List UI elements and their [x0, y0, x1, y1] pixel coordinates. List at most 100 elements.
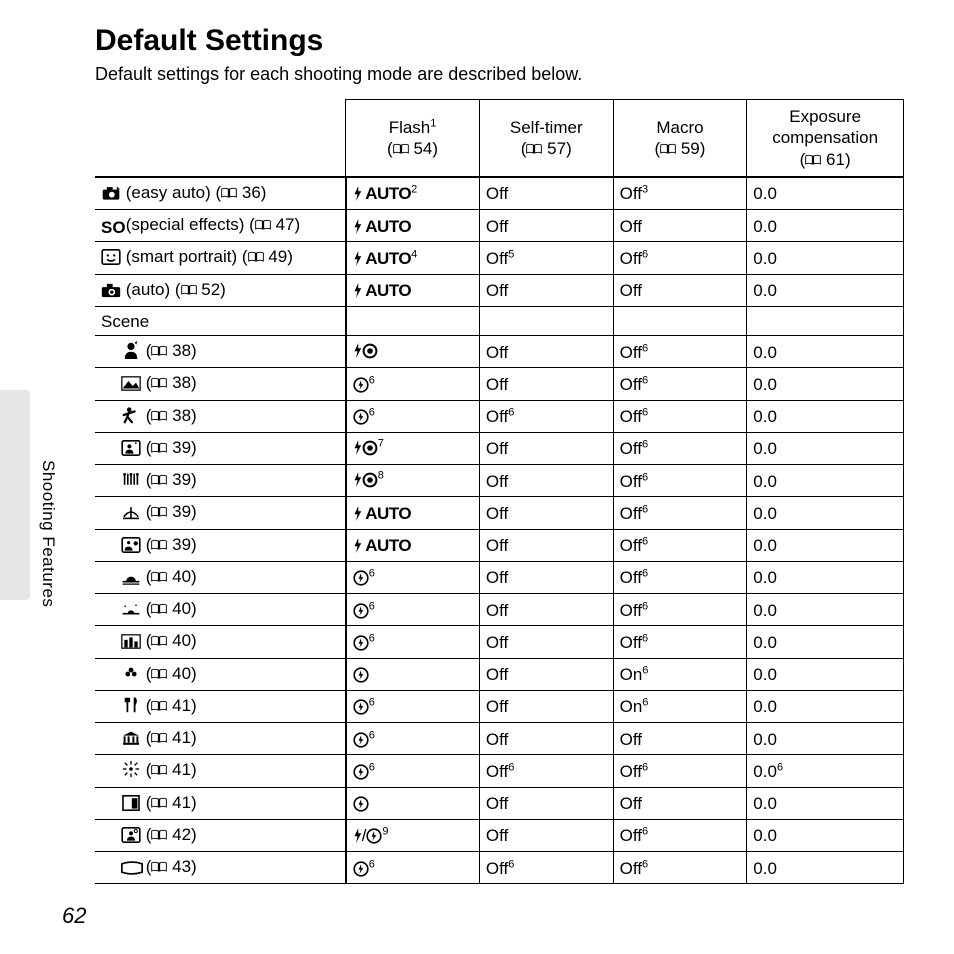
cell-flash: /9 [346, 819, 480, 851]
cell-exposure: 0.0 [747, 529, 904, 561]
book-icon [151, 764, 167, 776]
cell-macro: Off3 [613, 177, 747, 210]
row-label: ( 41) [95, 787, 346, 819]
header-blank [95, 100, 346, 177]
cell-macro: Off6 [613, 368, 747, 400]
night-portrait-icon [121, 440, 141, 461]
sunset-icon [121, 569, 141, 590]
header-self-timer: Self-timer ( 57) [479, 100, 613, 177]
smart-portrait-icon [101, 249, 121, 270]
sidebar-tab [0, 390, 30, 600]
museum-icon [121, 730, 141, 751]
book-icon [151, 829, 167, 841]
cell-exposure: 0.0 [747, 819, 904, 851]
cell-flash: 6 [346, 723, 480, 755]
book-icon [151, 700, 167, 712]
cell-flash: AUTO [346, 274, 480, 306]
row-label: ( 43) [95, 852, 346, 884]
cell-macro: Off6 [613, 400, 747, 432]
cell-self-timer: Off [479, 690, 613, 722]
cell-self-timer: Off [479, 497, 613, 529]
cell-self-timer: Off [479, 819, 613, 851]
cell-exposure: 0.0 [747, 336, 904, 368]
default-settings-table: Flash1 ( 54) Self-timer ( 57) Macro ( 59… [95, 99, 904, 884]
cell-exposure: 0.0 [747, 400, 904, 432]
cell-flash: 6 [346, 368, 480, 400]
book-icon [151, 410, 167, 422]
row-label: ( 41) [95, 755, 346, 787]
cell-self-timer: Off [479, 561, 613, 593]
book-icon [393, 143, 409, 155]
copy-icon [121, 795, 141, 816]
beach-icon [121, 504, 141, 525]
cell-flash: 6 [346, 400, 480, 432]
book-icon [151, 797, 167, 809]
cell-self-timer: Off [479, 626, 613, 658]
header-flash: Flash1 ( 54) [346, 100, 480, 177]
row-label: ( 39) [95, 529, 346, 561]
cell-exposure: 0.0 [747, 787, 904, 819]
cell-self-timer: Off [479, 274, 613, 306]
cell-flash: 6 [346, 594, 480, 626]
book-icon [181, 284, 197, 296]
cell-flash: AUTO2 [346, 177, 480, 210]
cell-exposure: 0.0 [747, 690, 904, 722]
book-icon [151, 474, 167, 486]
page-number: 62 [62, 903, 86, 929]
cell-macro: On6 [613, 690, 747, 722]
cell-macro: Off6 [613, 465, 747, 497]
row-label: ( 40) [95, 626, 346, 658]
food-icon [121, 696, 141, 719]
cell-flash: AUTO [346, 529, 480, 561]
row-label: ( 38) [95, 368, 346, 400]
cell-exposure: 0.0 [747, 626, 904, 658]
cell-exposure: 0.0 [747, 432, 904, 464]
book-icon [151, 377, 167, 389]
book-icon [151, 345, 167, 357]
row-label: SO (special effects) ( 47) [95, 210, 346, 242]
cell-flash: 6 [346, 626, 480, 658]
cell-self-timer: Off [479, 432, 613, 464]
portrait-icon [121, 341, 141, 364]
cell-self-timer: Off [479, 787, 613, 819]
row-label: (auto) ( 52) [95, 274, 346, 306]
book-icon [221, 187, 237, 199]
row-label: ( 39) [95, 497, 346, 529]
header-macro: Macro ( 59) [613, 100, 747, 177]
cell-flash: 7 [346, 432, 480, 464]
row-label: ( 39) [95, 432, 346, 464]
cell-self-timer: Off6 [479, 400, 613, 432]
cell-exposure: 0.0 [747, 658, 904, 690]
cell-exposure: 0.0 [747, 561, 904, 593]
cell-macro: Off6 [613, 594, 747, 626]
cell-self-timer: Off [479, 723, 613, 755]
cell-exposure: 0.0 [747, 465, 904, 497]
intro-text: Default settings for each shooting mode … [95, 64, 904, 85]
book-icon [151, 539, 167, 551]
row-label: ( 38) [95, 400, 346, 432]
cell-exposure: 0.0 [747, 594, 904, 626]
so-icon: SO [101, 217, 121, 238]
cell-macro: Off6 [613, 432, 747, 464]
cell-macro: Off6 [613, 819, 747, 851]
cell-macro: Off6 [613, 242, 747, 274]
cell-self-timer: Off [479, 177, 613, 210]
cell-macro: Off6 [613, 755, 747, 787]
cell-flash: 8 [346, 465, 480, 497]
cell-macro: On6 [613, 658, 747, 690]
easy-auto-icon [101, 185, 121, 206]
cell-macro: Off6 [613, 561, 747, 593]
book-icon [151, 861, 167, 873]
cell-flash: 6 [346, 690, 480, 722]
row-label: ( 39) [95, 465, 346, 497]
row-label: ( 41) [95, 723, 346, 755]
cell-flash [346, 336, 480, 368]
book-icon [805, 154, 821, 166]
auto-camera-icon [101, 282, 121, 303]
cell-self-timer: Off [479, 210, 613, 242]
backlight-icon [121, 827, 141, 848]
panorama-icon [121, 859, 141, 880]
row-label: ( 38) [95, 336, 346, 368]
row-label: ( 42) [95, 819, 346, 851]
cell-flash [346, 787, 480, 819]
